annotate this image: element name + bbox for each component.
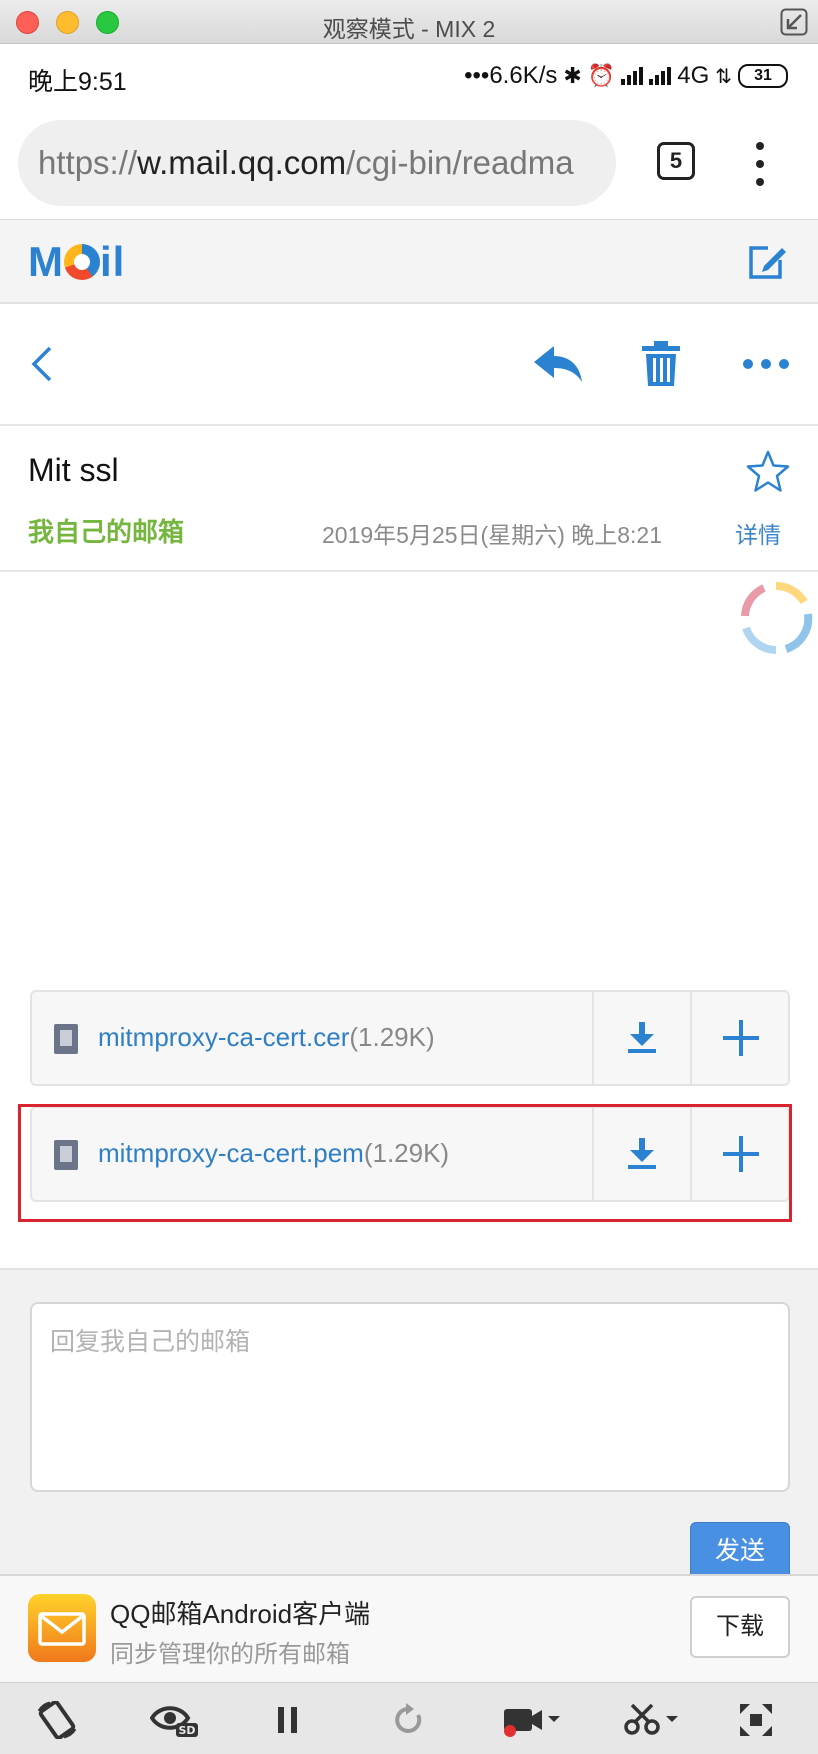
rotate-screen-icon[interactable]	[36, 1701, 78, 1739]
message-toolbar	[0, 304, 818, 426]
qq-mail-logo: Mil	[28, 238, 126, 285]
status-bar: 晚上9:51 •••6.6K/s ✱ ⏰ 4G ⇅ 31	[0, 44, 818, 104]
tab-switcher-button[interactable]: 5	[657, 142, 695, 180]
url-scheme: https://	[38, 144, 138, 181]
window-titlebar: 观察模式 - MIX 2	[0, 0, 818, 44]
browser-menu-icon[interactable]	[750, 142, 770, 186]
attachment-item[interactable]: mitmproxy-ca-cert.cer(1.29K)	[30, 990, 790, 1086]
bluetooth-icon: ✱	[563, 63, 582, 88]
alarm-icon: ⏰	[587, 63, 616, 88]
logo-o-icon	[64, 244, 100, 280]
fullscreen-icon[interactable]	[738, 1701, 774, 1739]
attachment-name[interactable]: mitmproxy-ca-cert.cer(1.29K)	[98, 1022, 435, 1053]
url-host: w.mail.qq.com	[137, 144, 347, 181]
download-attachment-button[interactable]	[592, 992, 690, 1084]
browser-toolbar: https://w.mail.qq.com/cgi-bin/readma 5	[0, 104, 818, 220]
url-field[interactable]: https://w.mail.qq.com/cgi-bin/readma	[18, 120, 616, 206]
record-video-icon[interactable]	[502, 1701, 562, 1739]
divider	[0, 570, 818, 572]
window-title: 观察模式 - MIX 2	[322, 16, 496, 42]
compose-icon[interactable]	[746, 242, 788, 282]
sender-name[interactable]: 我自己的邮箱	[28, 512, 184, 549]
more-icon[interactable]	[742, 358, 790, 370]
svg-text:SD: SD	[178, 1724, 195, 1737]
promo-subtitle: 同步管理你的所有邮箱	[110, 1641, 350, 1668]
reply-icon[interactable]	[532, 344, 584, 384]
status-indicators: •••6.6K/s ✱ ⏰ 4G ⇅ 31	[464, 62, 788, 90]
battery-icon: 31	[738, 64, 788, 88]
loading-spinner-icon	[741, 581, 813, 654]
pause-icon[interactable]	[276, 1701, 300, 1739]
details-link[interactable]: 详情	[735, 516, 781, 550]
qq-mail-app-icon	[28, 1594, 96, 1662]
control-bar: SD	[0, 1682, 818, 1754]
download-icon	[628, 1022, 656, 1053]
status-time: 晚上9:51	[28, 68, 127, 96]
data-transfer-icon: ⇅	[715, 65, 732, 88]
signal-icon	[621, 67, 644, 85]
refresh-icon[interactable]	[392, 1701, 426, 1739]
mail-header: Mil	[0, 220, 818, 304]
highlight-box	[18, 1104, 792, 1222]
star-icon[interactable]	[744, 448, 792, 496]
back-icon[interactable]	[28, 344, 54, 384]
promo-title: QQ邮箱Android客户端	[110, 1599, 371, 1629]
plus-icon	[723, 1020, 759, 1056]
file-icon	[54, 1024, 78, 1054]
shrink-window-icon[interactable]	[780, 8, 808, 36]
add-attachment-button[interactable]	[690, 992, 788, 1084]
network-speed: •••6.6K/s	[464, 62, 558, 89]
mail-subject: Mit ssl	[28, 452, 119, 488]
url-path: /cgi-bin/readma	[346, 144, 574, 181]
delete-icon[interactable]	[640, 340, 682, 388]
send-button[interactable]: 发送	[690, 1522, 790, 1578]
download-app-button[interactable]: 下载	[690, 1596, 790, 1658]
network-type: 4G	[677, 62, 710, 89]
reply-placeholder: 回复我自己的邮箱	[50, 1328, 251, 1356]
signal-icon-2	[649, 67, 672, 85]
eye-sd-icon[interactable]: SD	[150, 1701, 198, 1739]
scissors-icon[interactable]	[622, 1701, 680, 1739]
mail-date: 2019年5月25日(星期六) 晚上8:21	[322, 522, 663, 548]
